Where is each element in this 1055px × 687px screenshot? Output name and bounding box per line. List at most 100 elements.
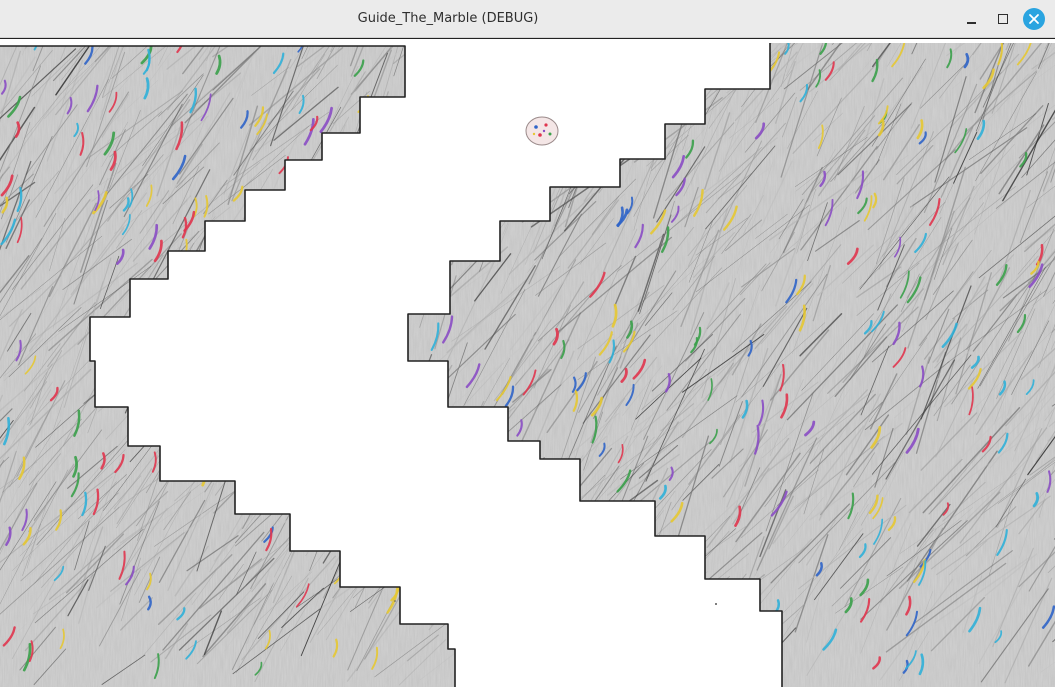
pencil-stroke (479, 108, 507, 159)
color-tick (421, 122, 428, 135)
pencil-stroke (391, 129, 501, 218)
color-tick (640, 622, 649, 635)
color-tick (562, 54, 570, 69)
pencil-stroke (298, 434, 345, 484)
pencil-stroke (455, 527, 529, 579)
pencil-stroke (294, 274, 356, 417)
title-bar[interactable]: Guide_The_Marble (DEBUG) (0, 0, 1055, 38)
color-tick (488, 125, 499, 151)
pencil-stroke (253, 428, 332, 499)
pencil-stroke (306, 428, 388, 556)
pencil-stroke (302, 251, 398, 322)
color-tick (442, 214, 446, 228)
pencil-stroke (465, 178, 500, 204)
pencil-stroke (472, 39, 547, 78)
pencil-stroke (466, 523, 516, 561)
pencil-stroke (309, 386, 380, 484)
pencil-stroke (229, 377, 268, 443)
pencil-stroke (436, 39, 503, 86)
marble[interactable] (526, 117, 558, 145)
pencil-stroke (488, 485, 503, 527)
color-tick (406, 69, 410, 84)
pencil-stroke (576, 73, 643, 145)
pencil-stroke (399, 200, 418, 244)
pencil-stroke (351, 136, 399, 212)
pencil-stroke (313, 254, 420, 373)
pencil-stroke (661, 39, 685, 77)
close-button[interactable] (1023, 8, 1045, 30)
pencil-stroke (416, 402, 456, 469)
pencil-stroke (473, 551, 503, 579)
pencil-stroke (602, 521, 653, 671)
pencil-stroke (194, 348, 218, 422)
pencil-stroke (363, 189, 462, 299)
pencil-stroke (459, 39, 525, 43)
minimize-button[interactable] (960, 8, 982, 30)
pencil-stroke (422, 68, 456, 166)
color-tick (737, 629, 744, 643)
pencil-stroke (463, 39, 521, 48)
color-tick (683, 73, 687, 101)
pencil-stroke (562, 39, 650, 74)
pencil-stroke (460, 39, 496, 90)
pencil-stroke (452, 130, 505, 265)
pencil-stroke (573, 47, 612, 83)
pencil-stroke (639, 614, 664, 660)
pencil-stroke (468, 89, 516, 176)
pencil-stroke (421, 519, 482, 620)
pencil-stroke (495, 476, 561, 590)
pencil-stroke (547, 50, 604, 112)
pencil-stroke (693, 599, 719, 669)
pencil-stroke (394, 472, 437, 580)
pencil-stroke (477, 586, 505, 634)
color-tick (470, 134, 477, 150)
pencil-stroke (632, 39, 695, 47)
pencil-stroke (484, 133, 531, 211)
pencil-stroke (419, 135, 463, 208)
pencil-stroke (487, 152, 523, 226)
pencil-stroke (395, 397, 442, 436)
pencil-stroke (716, 613, 756, 674)
pencil-stroke (431, 544, 474, 626)
color-tick (433, 577, 441, 594)
pencil-stroke (407, 182, 452, 248)
pencil-stroke (556, 54, 596, 187)
pencil-stroke (344, 124, 411, 238)
pencil-stroke (331, 526, 359, 569)
pencil-stroke (730, 39, 766, 75)
pencil-stroke (382, 124, 422, 232)
pencil-stroke (494, 453, 531, 557)
pencil-stroke (181, 288, 209, 318)
pencil-stroke (161, 274, 239, 337)
pencil-stroke (529, 39, 582, 90)
pencil-stroke (488, 71, 522, 166)
pencil-stroke (912, 39, 988, 41)
pencil-stroke (701, 39, 764, 53)
pencil-stroke (394, 39, 518, 63)
pencil-stroke (369, 426, 449, 540)
pencil-stroke (225, 412, 268, 477)
pencil-stroke (367, 462, 468, 560)
pencil-stroke (214, 243, 260, 290)
color-tick (640, 559, 648, 586)
pencil-stroke (461, 463, 495, 533)
game-canvas[interactable] (0, 38, 1055, 687)
color-tick (213, 282, 216, 303)
pencil-stroke (525, 490, 565, 625)
pencil-stroke (329, 164, 353, 215)
pencil-stroke (480, 449, 516, 514)
pencil-stroke (214, 419, 266, 472)
pencil-stroke (420, 39, 451, 70)
color-tick (498, 622, 509, 639)
pencil-stroke (471, 44, 542, 108)
pencil-stroke (334, 127, 412, 187)
maximize-button[interactable] (992, 8, 1014, 30)
color-tick (509, 564, 519, 583)
pencil-stroke (467, 628, 493, 678)
pencil-stroke (646, 39, 710, 43)
pencil-stroke (215, 390, 251, 470)
color-tick (400, 152, 403, 172)
color-tick (340, 512, 351, 534)
pencil-stroke (492, 39, 524, 64)
pencil-stroke (323, 341, 368, 463)
